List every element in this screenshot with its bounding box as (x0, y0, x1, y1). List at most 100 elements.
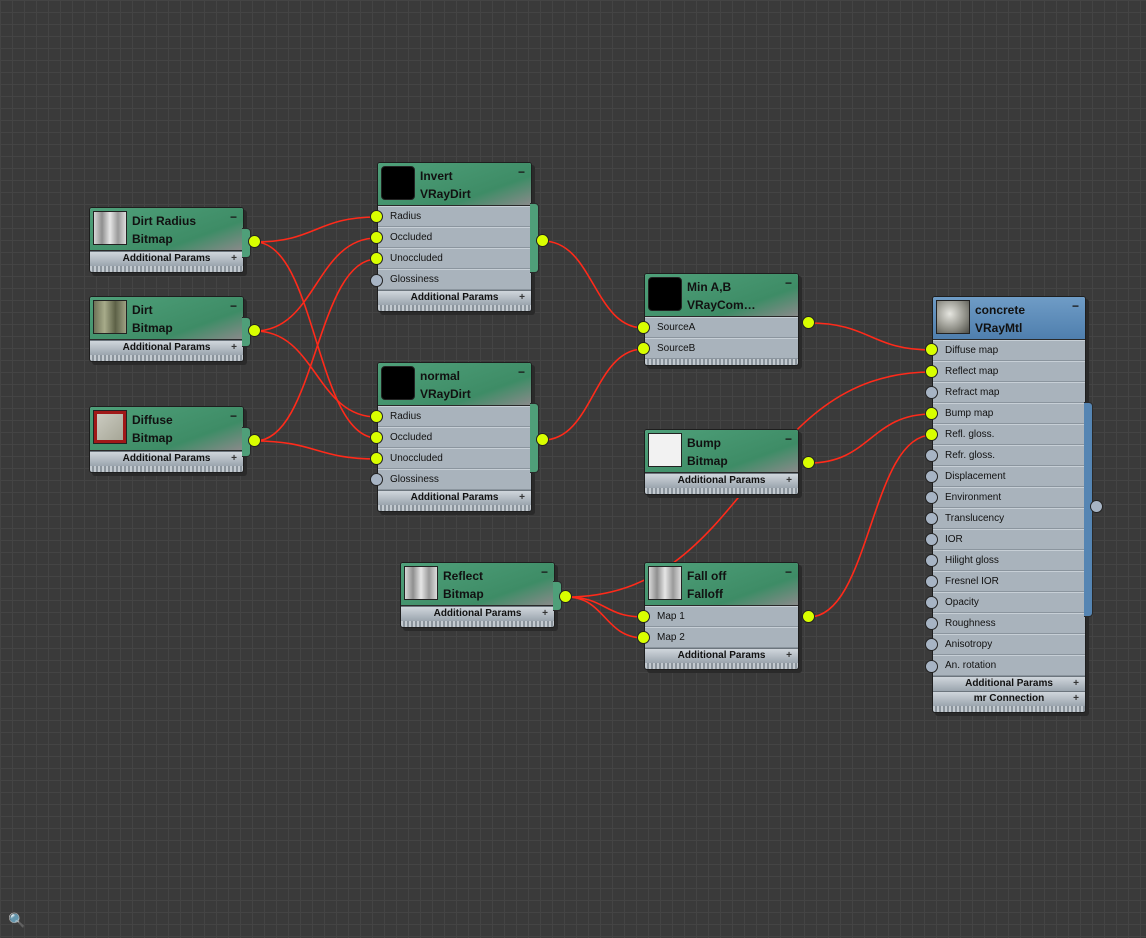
wire-connection-2[interactable] (254, 237, 378, 332)
socket-concrete-slot-1[interactable] (925, 365, 938, 378)
socket-concrete-slot-11[interactable] (925, 575, 938, 588)
socket-falloff-map1-in[interactable] (637, 610, 650, 623)
slot-unoccluded[interactable]: Unoccluded (378, 248, 531, 269)
node-resize-grip[interactable] (645, 663, 798, 669)
slot-occluded[interactable]: Occluded (378, 427, 531, 448)
node-resize-grip[interactable] (378, 505, 531, 511)
socket-concrete-slot-8[interactable] (925, 512, 938, 525)
collapse-button[interactable]: − (785, 566, 792, 578)
slot-anisotropy[interactable]: Anisotropy (933, 634, 1085, 655)
socket-min-source-b-in[interactable] (637, 342, 650, 355)
additional-params-rollout[interactable]: Additional Params + (90, 451, 243, 466)
slot-environment[interactable]: Environment (933, 487, 1085, 508)
additional-params-rollout[interactable]: Additional Params + (645, 473, 798, 488)
additional-params-rollout[interactable]: Additional Params + (378, 490, 531, 505)
node-normal[interactable]: normal VRayDirt − Radius Occluded Unoccl… (377, 362, 539, 512)
node-min-ab[interactable]: Min A,B VRayCom… − SourceA SourceB (644, 273, 799, 366)
socket-invert-radius-in[interactable] (370, 210, 383, 223)
slot-map-1[interactable]: Map 1 (645, 606, 798, 627)
slot-refl-gloss[interactable]: Refl. gloss. (933, 424, 1085, 445)
socket-dirt-radius-out[interactable] (248, 235, 261, 248)
slot-refr-gloss[interactable]: Refr. gloss. (933, 445, 1085, 466)
socket-invert-occluded-in[interactable] (370, 231, 383, 244)
expand-plus-icon[interactable]: + (786, 649, 792, 663)
slot-source-a[interactable]: SourceA (645, 317, 798, 338)
expand-plus-icon[interactable]: + (231, 341, 237, 355)
socket-falloff-map2-in[interactable] (637, 631, 650, 644)
node-concrete-material[interactable]: concrete VRayMtl − Diffuse map Reflect m… (932, 296, 1093, 713)
node-bump[interactable]: Bump Bitmap − Additional Params + (644, 429, 799, 495)
node-resize-grip[interactable] (645, 488, 798, 494)
slot-translucency[interactable]: Translucency (933, 508, 1085, 529)
node-header[interactable]: Dirt Bitmap − (90, 297, 243, 340)
slot-reflect-map[interactable]: Reflect map (933, 361, 1085, 382)
wire-connection-10[interactable] (565, 596, 645, 618)
socket-normal-unoccluded-in[interactable] (370, 452, 383, 465)
slot-glossiness[interactable]: Glossiness (378, 269, 531, 290)
expand-plus-icon[interactable]: + (1073, 692, 1079, 706)
additional-params-rollout[interactable]: Additional Params + (933, 676, 1085, 691)
binoculars-icon[interactable]: 🔍 (8, 912, 25, 929)
node-dirt-radius[interactable]: Dirt Radius Bitmap − Additional Params + (89, 207, 251, 273)
expand-plus-icon[interactable]: + (231, 452, 237, 466)
node-reflect[interactable]: Reflect Bitmap − Additional Params + (400, 562, 562, 628)
slot-opacity[interactable]: Opacity (933, 592, 1085, 613)
socket-normal-out[interactable] (536, 433, 549, 446)
collapse-button[interactable]: − (785, 277, 792, 289)
socket-invert-glossiness-in[interactable] (370, 274, 383, 287)
socket-concrete-slot-2[interactable] (925, 386, 938, 399)
slot-refract-map[interactable]: Refract map (933, 382, 1085, 403)
expand-plus-icon[interactable]: + (1073, 677, 1079, 691)
socket-diffuse-out[interactable] (248, 434, 261, 447)
node-header[interactable]: Fall off Falloff − (645, 563, 798, 606)
node-header[interactable]: Diffuse Bitmap − (90, 407, 243, 451)
socket-dirt-out[interactable] (248, 324, 261, 337)
collapse-button[interactable]: − (230, 410, 237, 422)
node-header[interactable]: Reflect Bitmap − (401, 563, 554, 606)
socket-min-out[interactable] (802, 316, 815, 329)
slot-source-b[interactable]: SourceB (645, 338, 798, 359)
socket-concrete-slot-5[interactable] (925, 449, 938, 462)
socket-concrete-slot-0[interactable] (925, 343, 938, 356)
collapse-button[interactable]: − (1072, 300, 1079, 312)
slot-glossiness[interactable]: Glossiness (378, 469, 531, 490)
additional-params-rollout[interactable]: Additional Params + (378, 290, 531, 305)
socket-concrete-out[interactable] (1090, 500, 1103, 513)
socket-normal-occluded-in[interactable] (370, 431, 383, 444)
wire-connection-12[interactable] (808, 413, 933, 464)
socket-falloff-out[interactable] (802, 610, 815, 623)
node-dirt[interactable]: Dirt Bitmap − Additional Params + (89, 296, 251, 362)
slot-diffuse-map[interactable]: Diffuse map (933, 340, 1085, 361)
wire-connection-5[interactable] (254, 440, 378, 460)
expand-plus-icon[interactable]: + (231, 252, 237, 266)
collapse-button[interactable]: − (518, 366, 525, 378)
socket-concrete-slot-9[interactable] (925, 533, 938, 546)
socket-concrete-slot-13[interactable] (925, 617, 938, 630)
slot-occluded[interactable]: Occluded (378, 227, 531, 248)
socket-concrete-slot-10[interactable] (925, 554, 938, 567)
socket-concrete-slot-6[interactable] (925, 470, 938, 483)
mr-connection-rollout[interactable]: mr Connection + (933, 691, 1085, 706)
node-header[interactable]: Bump Bitmap − (645, 430, 798, 473)
socket-reflect-out[interactable] (559, 590, 572, 603)
node-header[interactable]: Invert VRayDirt − (378, 163, 531, 206)
socket-concrete-slot-4[interactable] (925, 428, 938, 441)
node-resize-grip[interactable] (90, 355, 243, 361)
node-resize-grip[interactable] (401, 621, 554, 627)
expand-plus-icon[interactable]: + (542, 607, 548, 621)
node-diffuse[interactable]: Diffuse Bitmap − Additional Params + (89, 406, 251, 473)
collapse-button[interactable]: − (518, 166, 525, 178)
wire-connection-3[interactable] (254, 330, 378, 418)
node-falloff[interactable]: Fall off Falloff − Map 1 Map 2 Additiona… (644, 562, 799, 670)
node-header[interactable]: normal VRayDirt − (378, 363, 531, 406)
socket-concrete-slot-7[interactable] (925, 491, 938, 504)
expand-plus-icon[interactable]: + (786, 474, 792, 488)
additional-params-rollout[interactable]: Additional Params + (90, 251, 243, 266)
slot-hilight-gloss[interactable]: Hilight gloss (933, 550, 1085, 571)
wire-connection-7[interactable] (542, 348, 645, 441)
slot-roughness[interactable]: Roughness (933, 613, 1085, 634)
additional-params-rollout[interactable]: Additional Params + (645, 648, 798, 663)
slot-unoccluded[interactable]: Unoccluded (378, 448, 531, 469)
slot-radius[interactable]: Radius (378, 406, 531, 427)
socket-concrete-slot-12[interactable] (925, 596, 938, 609)
